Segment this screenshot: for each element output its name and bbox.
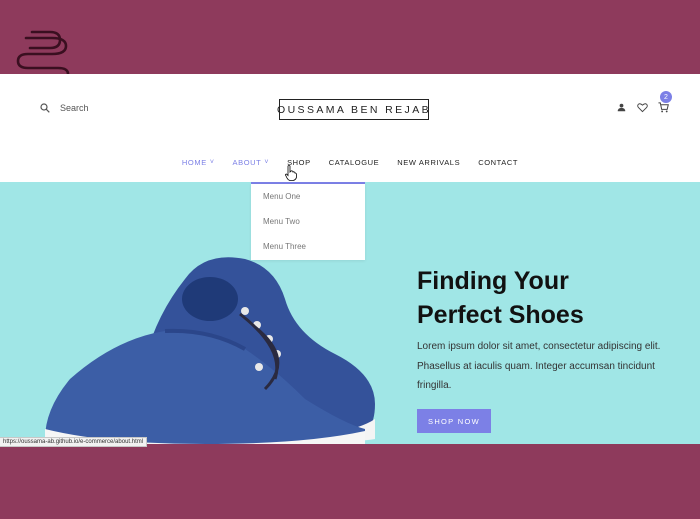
headline-line-1: Finding Your — [417, 267, 569, 295]
shop-now-button[interactable]: SHOP NOW — [417, 409, 491, 433]
heart-icon[interactable] — [636, 101, 648, 113]
hero-paragraph: Lorem ipsum dolor sit amet, consectetur … — [417, 341, 661, 391]
sneaker-image — [45, 257, 375, 444]
user-icon[interactable] — [615, 101, 627, 113]
nav-new-arrivals[interactable]: NEW ARRIVALS — [388, 158, 469, 167]
headline-line-2: Perfect Shoes — [417, 301, 584, 329]
nav-contact-label: CONTACT — [478, 158, 519, 167]
hero-headline: Finding Your Perfect Shoes — [417, 264, 584, 332]
hand-cursor-icon — [285, 165, 297, 181]
nav-catalogue[interactable]: CATALOGUE — [320, 158, 389, 167]
nav-new-arrivals-label: NEW ARRIVALS — [397, 158, 461, 167]
brand-logo[interactable]: OUSSAMA BEN REJAB — [277, 99, 429, 120]
dropdown-item-menu-two[interactable]: Menu Two — [263, 217, 300, 226]
nav-catalogue-label: CATALOGUE — [328, 158, 380, 167]
top-frame — [0, 0, 700, 74]
header-icons — [615, 101, 669, 113]
nav-contact[interactable]: CONTACT — [469, 158, 527, 167]
search-label: Search — [60, 103, 89, 113]
site-header: Search OUSSAMA BEN REJAB HOME ˅ ABOUT ˅ … — [0, 74, 700, 182]
about-dropdown-menu: Menu One Menu Two Menu Three — [251, 184, 365, 260]
nav-about[interactable]: ABOUT ˅ — [224, 158, 279, 167]
status-bar-url: https://oussama-ab.github.io/e-commerce/… — [0, 437, 148, 447]
webpage: Search OUSSAMA BEN REJAB HOME ˅ ABOUT ˅ … — [0, 74, 700, 444]
dropdown-item-menu-one[interactable]: Menu One — [263, 192, 300, 201]
search-box[interactable]: Search — [40, 103, 89, 113]
nav-about-label: ABOUT — [232, 158, 262, 167]
chevron-down-icon: ˅ — [209, 159, 215, 166]
nav-home[interactable]: HOME ˅ — [173, 158, 224, 167]
search-icon — [40, 103, 50, 113]
cart-count-badge: 2 — [660, 91, 672, 103]
dropdown-item-menu-three[interactable]: Menu Three — [263, 242, 306, 251]
bottom-frame — [0, 444, 700, 519]
chevron-down-icon: ˅ — [264, 159, 270, 166]
main-nav: HOME ˅ ABOUT ˅ SHOP CATALOGUE NEW ARRIVA… — [0, 158, 700, 167]
nav-home-label: HOME — [181, 158, 207, 167]
